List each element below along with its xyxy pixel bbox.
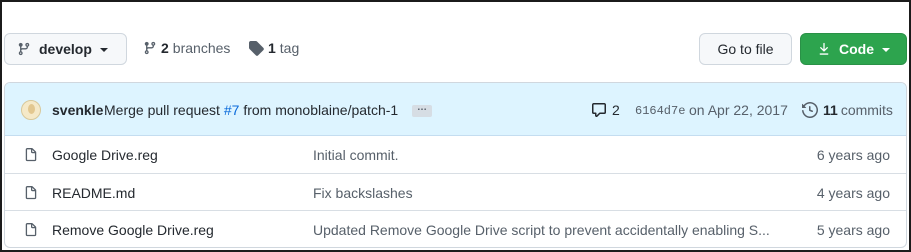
file-name-link[interactable]: README.md [52, 185, 135, 201]
file-name-link[interactable]: Remove Google Drive.reg [52, 222, 214, 238]
table-row[interactable]: Remove Google Drive.reg Updated Remove G… [5, 210, 906, 247]
commit-author[interactable]: svenkle [52, 102, 103, 118]
file-age: 4 years ago [816, 185, 890, 201]
file-commit-message-link[interactable]: Initial commit. [313, 147, 399, 163]
branches-link[interactable]: 2 branches [143, 40, 230, 56]
branch-name: develop [39, 41, 92, 57]
file-commit-message-link[interactable]: Fix backslashes [313, 185, 413, 201]
file-icon [24, 222, 38, 238]
tags-label: tag [279, 40, 300, 56]
expand-commit-message-button[interactable]: … [412, 103, 432, 117]
tags-link[interactable]: 1 tag [248, 40, 299, 56]
commit-message[interactable]: Merge pull request #7 from monoblaine/pa… [104, 102, 398, 118]
branch-selector-button[interactable]: develop [4, 33, 127, 65]
file-icon [24, 147, 38, 163]
tags-count: 1 [268, 40, 276, 56]
comments-count: 2 [612, 102, 620, 118]
history-icon [802, 102, 818, 118]
code-label: Code [839, 41, 874, 57]
table-row[interactable]: README.md Fix backslashes 4 years ago [5, 173, 906, 210]
commits-count: 11 [823, 102, 838, 118]
comment-icon [591, 102, 607, 118]
branches-count: 2 [161, 40, 169, 56]
latest-commit-bar: svenkle Merge pull request #7 from monob… [5, 83, 906, 136]
chevron-down-icon [882, 48, 890, 52]
file-name-link[interactable]: Google Drive.reg [52, 147, 158, 163]
commits-history-link[interactable]: 11 commits [802, 102, 893, 118]
branches-label: branches [172, 40, 231, 56]
pull-request-link[interactable]: #7 [224, 102, 240, 118]
avatar[interactable] [21, 100, 41, 120]
file-age: 5 years ago [816, 222, 890, 238]
git-branch-icon [17, 41, 31, 57]
commit-sha-link[interactable]: 6164d7e [635, 104, 685, 118]
commit-comments-link[interactable]: 2 [591, 102, 620, 118]
commits-label: commits [840, 102, 893, 118]
tag-icon [248, 40, 264, 56]
file-commit-message-link[interactable]: Updated Remove Google Drive script to pr… [313, 222, 770, 238]
code-button[interactable]: Code [800, 33, 907, 65]
commit-message-suffix: from monoblaine/patch-1 [243, 102, 399, 118]
commit-message-prefix: Merge pull request [104, 102, 220, 118]
git-branch-icon [143, 40, 157, 56]
file-browser: svenkle Merge pull request #7 from monob… [4, 82, 907, 248]
go-to-file-button[interactable]: Go to file [699, 33, 792, 65]
chevron-down-icon [99, 48, 108, 52]
file-icon [24, 185, 38, 201]
go-to-file-label: Go to file [717, 41, 774, 57]
table-row[interactable]: Google Drive.reg Initial commit. 6 years… [5, 136, 906, 173]
file-age: 6 years ago [816, 147, 890, 163]
commit-date: on Apr 22, 2017 [689, 102, 788, 118]
download-icon [817, 41, 831, 57]
